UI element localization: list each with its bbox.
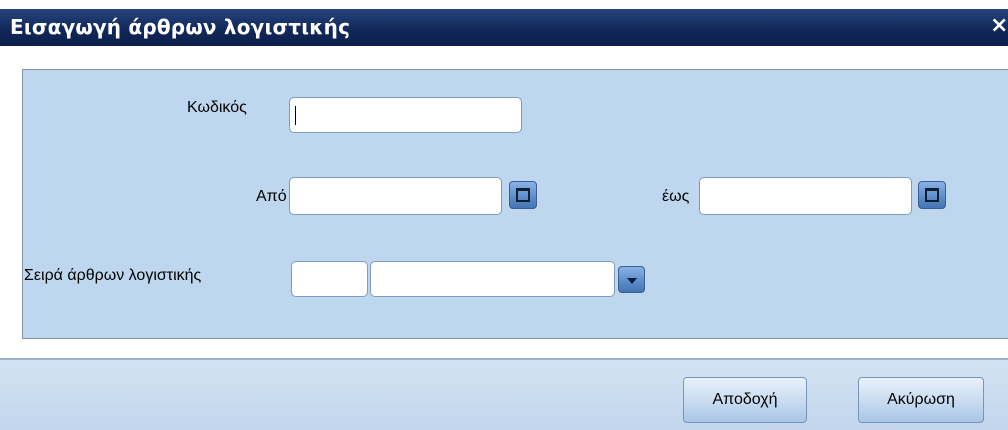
calendar-icon: [925, 188, 939, 202]
dialog-window: Εισαγωγή άρθρων λογιστικής × Κωδικός Από…: [0, 0, 1008, 430]
date-from-label: Από: [256, 188, 287, 205]
close-icon[interactable]: ×: [990, 12, 1008, 40]
window-title: Εισαγωγή άρθρων λογιστικής: [10, 15, 351, 39]
title-bar[interactable]: Εισαγωγή άρθρων λογιστικής ×: [0, 9, 1008, 46]
series-code-input[interactable]: [291, 261, 368, 297]
accept-button[interactable]: Αποδοχή: [683, 377, 807, 423]
date-to-input[interactable]: [699, 177, 912, 215]
date-from-input[interactable]: [289, 177, 502, 215]
series-select[interactable]: [370, 261, 615, 297]
date-from-calendar-button[interactable]: [509, 181, 537, 209]
chevron-down-icon: [627, 278, 637, 284]
top-strip: [0, 0, 1008, 9]
criteria-groupbox: Κωδικός Από έως Σειρά άρθρων λογιστικής: [22, 69, 1008, 339]
dialog-content: Κωδικός Από έως Σειρά άρθρων λογιστικής: [0, 46, 1008, 358]
series-dropdown-button[interactable]: [618, 266, 645, 293]
code-input[interactable]: [289, 97, 522, 133]
calendar-icon: [516, 188, 530, 202]
code-label: Κωδικός: [187, 99, 247, 116]
date-to-calendar-button[interactable]: [918, 181, 946, 209]
text-caret: [295, 106, 296, 125]
date-to-label: έως: [662, 188, 690, 205]
cancel-button[interactable]: Ακύρωση: [858, 377, 984, 423]
button-bar: Αποδοχή Ακύρωση: [0, 360, 1008, 430]
series-label: Σειρά άρθρων λογιστικής: [24, 267, 202, 284]
